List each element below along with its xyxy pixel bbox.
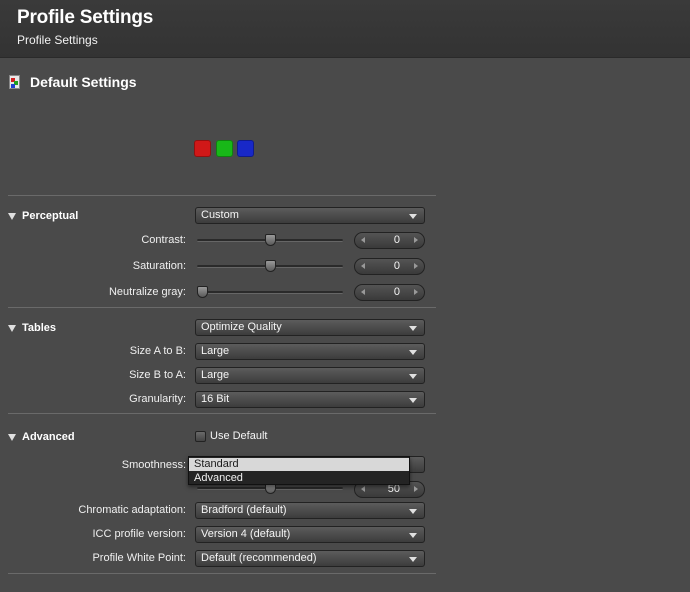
divider <box>8 413 436 414</box>
perceptual-mode-popup[interactable]: Custom <box>195 207 425 224</box>
profile-document-icon <box>8 74 22 90</box>
perceptual-mode-value: Custom <box>201 209 239 221</box>
saturation-slider-knob[interactable] <box>264 260 276 272</box>
profile-white-point-label: Profile White Point: <box>92 552 186 564</box>
smoothness-label: Smoothness: <box>121 459 186 471</box>
tables-mode-popup[interactable]: Optimize Quality <box>195 319 425 336</box>
chevron-down-icon <box>409 398 417 403</box>
perceptual-disclosure[interactable]: Perceptual <box>8 208 78 224</box>
neutralize-gray-slider[interactable] <box>197 291 343 294</box>
granularity-label: Granularity: <box>129 393 186 405</box>
increment-arrow-icon[interactable] <box>414 263 418 269</box>
neutralize-gray-slider-knob[interactable] <box>197 286 208 298</box>
chevron-down-icon <box>409 350 417 355</box>
divider <box>8 573 436 574</box>
granularity-popup[interactable]: 16 Bit <box>195 391 425 408</box>
chevron-down-icon <box>409 533 417 538</box>
use-default-checkbox[interactable] <box>195 431 206 442</box>
advanced-disclosure[interactable]: Advanced <box>8 429 75 445</box>
chromatic-adaptation-popup[interactable]: Bradford (default) <box>195 502 425 519</box>
increment-arrow-icon[interactable] <box>414 237 418 243</box>
chevron-down-icon <box>409 326 417 331</box>
tables-mode-value: Optimize Quality <box>201 321 282 333</box>
size-a-to-b-popup[interactable]: Large <box>195 343 425 360</box>
green-channel-swatch <box>216 140 233 157</box>
neutralize-gray-value: 0 <box>393 286 400 298</box>
icc-profile-version-label: ICC profile version: <box>92 528 186 540</box>
divider <box>8 195 436 196</box>
size-b-to-a-label: Size B to A: <box>129 369 186 381</box>
size-a-to-b-label: Size A to B: <box>129 345 186 357</box>
smoothness-dropdown-menu[interactable]: Standard Advanced <box>188 456 410 485</box>
use-default-label: Use Default <box>210 430 268 442</box>
profile-white-point-value: Default (recommended) <box>201 552 317 564</box>
profile-white-point-popup[interactable]: Default (recommended) <box>195 550 425 567</box>
disclosure-triangle-icon <box>8 324 16 332</box>
page-title: Profile Settings <box>17 7 154 28</box>
divider <box>8 307 436 308</box>
advanced-title: Advanced <box>22 431 75 443</box>
menu-item-advanced[interactable]: Advanced <box>189 472 409 485</box>
red-channel-swatch <box>194 140 211 157</box>
contrast-slider-knob[interactable] <box>264 234 276 246</box>
chromatic-adaptation-label: Chromatic adaptation: <box>78 504 186 516</box>
increment-arrow-icon[interactable] <box>414 486 418 492</box>
chevron-down-icon <box>409 214 417 219</box>
contrast-value: 0 <box>393 234 400 246</box>
perceptual-title: Perceptual <box>22 210 79 222</box>
disclosure-triangle-icon <box>8 212 16 220</box>
size-a-to-b-value: Large <box>201 345 230 357</box>
contrast-label: Contrast: <box>141 234 186 246</box>
icc-profile-version-value: Version 4 (default) <box>201 528 291 540</box>
size-b-to-a-popup[interactable]: Large <box>195 367 425 384</box>
chevron-down-icon <box>409 557 417 562</box>
section-header: Default Settings <box>8 72 137 92</box>
chevron-down-icon <box>409 374 417 379</box>
section-title: Default Settings <box>30 74 137 90</box>
size-b-to-a-value: Large <box>201 369 230 381</box>
contrast-stepper[interactable]: 0 <box>354 232 425 249</box>
smoothness-popup-edge[interactable] <box>409 456 425 473</box>
chromatic-adaptation-value: Bradford (default) <box>201 504 287 516</box>
granularity-value: 16 Bit <box>201 393 230 405</box>
page-subtitle: Profile Settings <box>17 33 98 47</box>
saturation-value: 0 <box>393 260 400 272</box>
tables-disclosure[interactable]: Tables <box>8 320 56 336</box>
neutralize-gray-stepper[interactable]: 0 <box>354 284 425 301</box>
tables-title: Tables <box>22 322 57 334</box>
chevron-down-icon <box>409 509 417 514</box>
header-bar: Profile Settings Profile Settings <box>0 0 690 58</box>
menu-item-standard[interactable]: Standard <box>189 458 409 471</box>
increment-arrow-icon[interactable] <box>414 289 418 295</box>
saturation-stepper[interactable]: 0 <box>354 258 425 275</box>
blue-channel-swatch <box>237 140 254 157</box>
disclosure-triangle-icon <box>8 433 16 441</box>
icc-profile-version-popup[interactable]: Version 4 (default) <box>195 526 425 543</box>
neutralize-gray-label: Neutralize gray: <box>108 286 186 298</box>
saturation-label: Saturation: <box>132 260 186 272</box>
